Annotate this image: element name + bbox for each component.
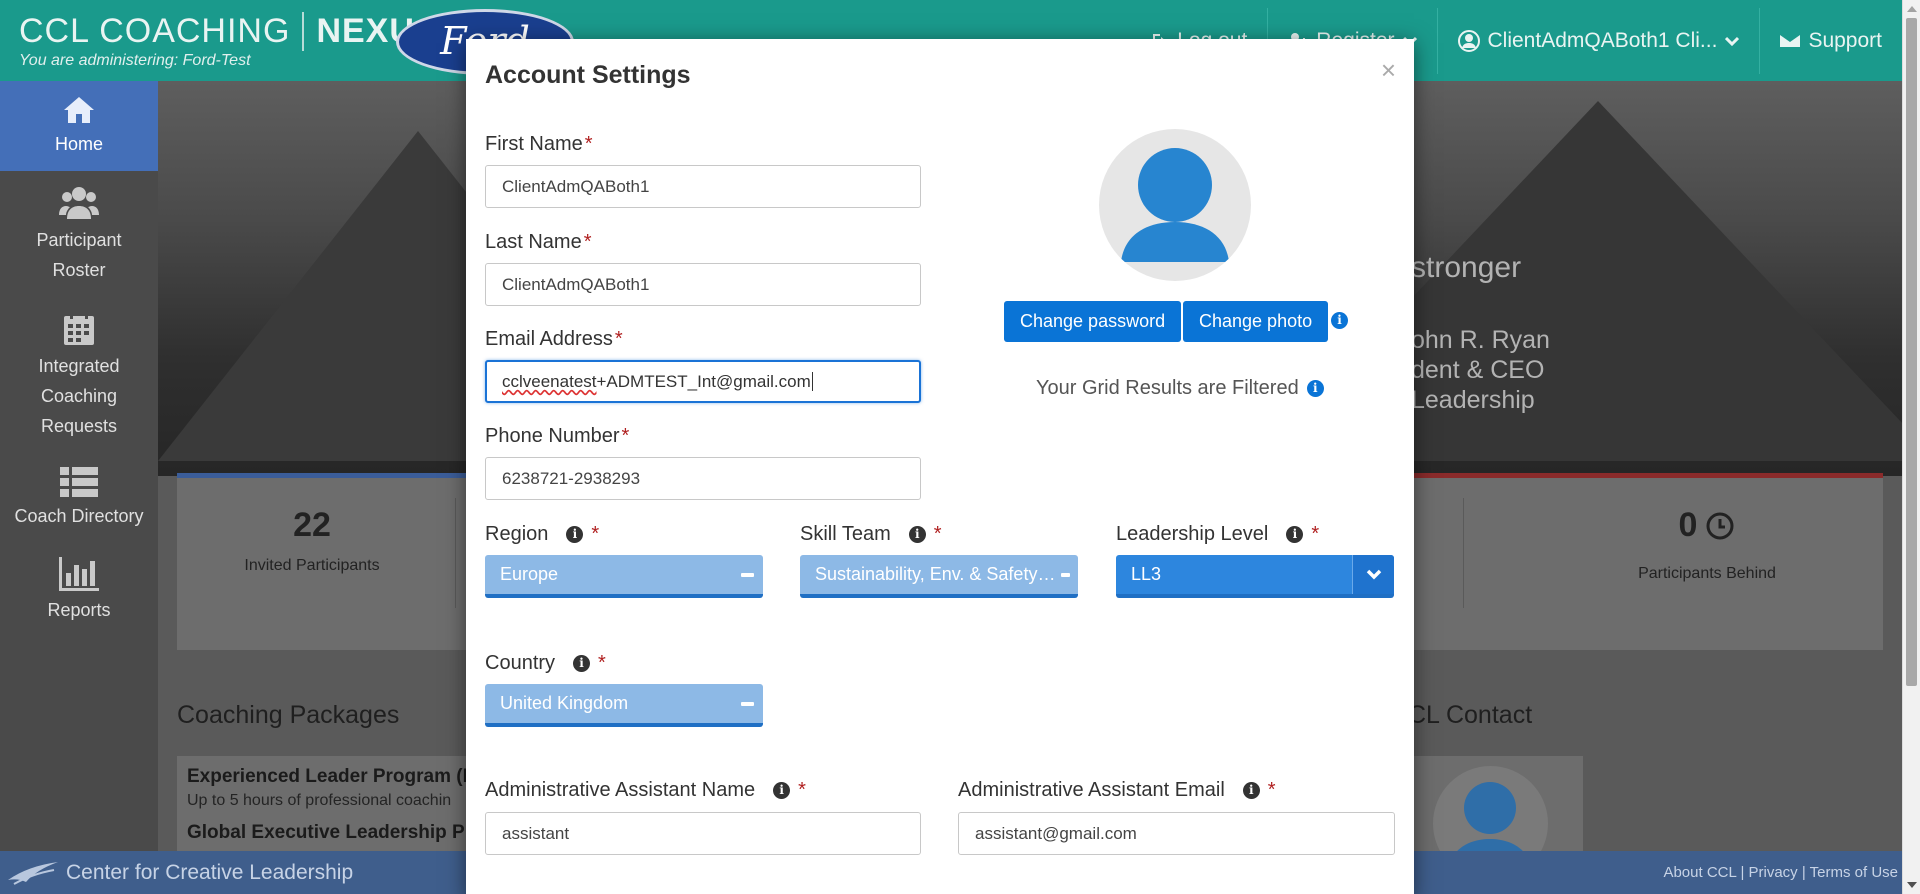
phone-label: Phone Number * [485, 425, 630, 447]
ccl-logo[interactable]: Center for Creative Leadership [0, 860, 353, 886]
brand[interactable]: CCL COACHING NEXUS You are administering… [19, 12, 439, 70]
leadership-level-label: Leadership Level i * [1116, 523, 1320, 545]
scroll-up-arrow[interactable] [1907, 6, 1917, 12]
change-photo-button[interactable]: Change photo [1183, 301, 1329, 342]
phone-input[interactable] [485, 457, 921, 500]
sidebar-item-reports[interactable]: Reports [0, 543, 158, 637]
calendar-icon [64, 312, 94, 345]
stats-accent [1413, 473, 1883, 478]
chevron-down-icon [1725, 36, 1740, 46]
clock-icon [1706, 512, 1734, 539]
country-label: Country i * [485, 652, 606, 674]
footer-links[interactable]: About CCL | Privacy | Terms of Use [1663, 864, 1902, 881]
stat-invited-participants[interactable]: 22 Invited Participants [237, 506, 387, 578]
bar-chart-icon [59, 557, 99, 591]
hero-author-title: dent & CEO [1411, 356, 1545, 384]
first-name-label: First Name * [485, 133, 593, 155]
chevron-down-icon[interactable] [1352, 555, 1394, 594]
info-icon[interactable]: i [1242, 782, 1260, 799]
country-select[interactable]: United Kingdom [485, 684, 763, 727]
sidebar-item-home[interactable]: Home [0, 81, 158, 171]
coaching-packages-title: Coaching Packages [177, 701, 400, 729]
assistant-name-label: Administrative Assistant Name i * [485, 779, 806, 801]
administering-text: You are administering: Ford-Test [19, 52, 251, 69]
info-icon[interactable]: i [1306, 380, 1324, 397]
info-icon[interactable]: i [1331, 312, 1348, 329]
hero-author-org: Leadership [1411, 386, 1535, 414]
skill-team-select[interactable]: Sustainability, Env. & Safety E... [800, 555, 1078, 598]
modal-title: Account Settings [485, 61, 691, 89]
hero-quote-block: stronger ohn R. Ryan dent & CEO Leadersh… [1411, 251, 1550, 415]
email-input[interactable]: cclveenatest +ADMTEST_Int@gmail.com [485, 360, 921, 403]
sidebar-item-integrated-coaching-requests[interactable]: Integrated Coaching Requests [0, 297, 158, 453]
info-icon[interactable]: i [573, 655, 591, 672]
assistant-email-input[interactable] [958, 812, 1395, 855]
avatar [1099, 129, 1251, 281]
brand-name: CCL COACHING [19, 12, 291, 50]
hero-quote: stronger [1411, 251, 1522, 284]
home-icon [64, 97, 94, 123]
misspelled-word: cclveenatest [502, 371, 597, 391]
minus-icon[interactable] [1056, 572, 1074, 577]
close-icon[interactable]: × [1381, 55, 1396, 86]
minus-icon[interactable] [731, 701, 763, 706]
region-select[interactable]: Europe [485, 555, 763, 598]
support-link[interactable]: Support [1759, 7, 1902, 74]
info-icon[interactable]: i [1286, 526, 1304, 543]
sidebar-item-coach-directory[interactable]: Coach Directory [0, 453, 158, 543]
assistant-name-input[interactable] [485, 812, 921, 855]
leadership-level-select[interactable]: LL3 [1116, 555, 1394, 598]
skill-team-label: Skill Team i * [800, 523, 942, 545]
divider [455, 498, 456, 608]
ccl-bird-icon [8, 861, 58, 885]
account-settings-modal: Account Settings × First Name* Last Name… [466, 39, 1414, 894]
last-name-input[interactable] [485, 263, 921, 306]
last-name-label: Last Name * [485, 231, 592, 253]
scroll-thumb[interactable] [1906, 18, 1917, 686]
envelope-icon [1780, 34, 1801, 47]
sidebar-item-participant-roster[interactable]: Participant Roster [0, 171, 158, 297]
text-caret [811, 372, 813, 391]
ccl-contact-card [1403, 756, 1583, 851]
grid-filter-notice: Your Grid Results are Filtered i [1036, 377, 1324, 400]
first-name-input[interactable] [485, 165, 921, 208]
hero-author: ohn R. Ryan [1411, 326, 1550, 354]
info-icon[interactable]: i [566, 526, 584, 543]
info-icon[interactable]: i [908, 526, 926, 543]
scroll-down-arrow[interactable] [1907, 882, 1917, 888]
sidebar: Home Participant Roster Integrated Coach… [0, 81, 158, 851]
list-icon [60, 467, 98, 497]
change-password-button[interactable]: Change password [1004, 301, 1182, 342]
user-circle-icon [1457, 29, 1480, 52]
region-label: Region i * [485, 523, 600, 545]
ccl-contact-title: CL Contact [1408, 701, 1533, 729]
user-silhouette-icon [1121, 148, 1229, 262]
stat-participants-behind[interactable]: 0 Participants Behind [1557, 506, 1857, 586]
divider [1463, 498, 1464, 608]
info-icon[interactable]: i [773, 782, 791, 799]
avatar [1433, 766, 1548, 851]
minus-icon[interactable] [731, 572, 763, 577]
users-icon [59, 187, 99, 219]
assistant-email-label: Administrative Assistant Email i * [958, 779, 1276, 801]
user-menu[interactable]: ClientAdmQABoth1 Cli... [1436, 7, 1760, 74]
email-label: Email Address * [485, 328, 623, 350]
page-scrollbar[interactable] [1902, 0, 1920, 894]
